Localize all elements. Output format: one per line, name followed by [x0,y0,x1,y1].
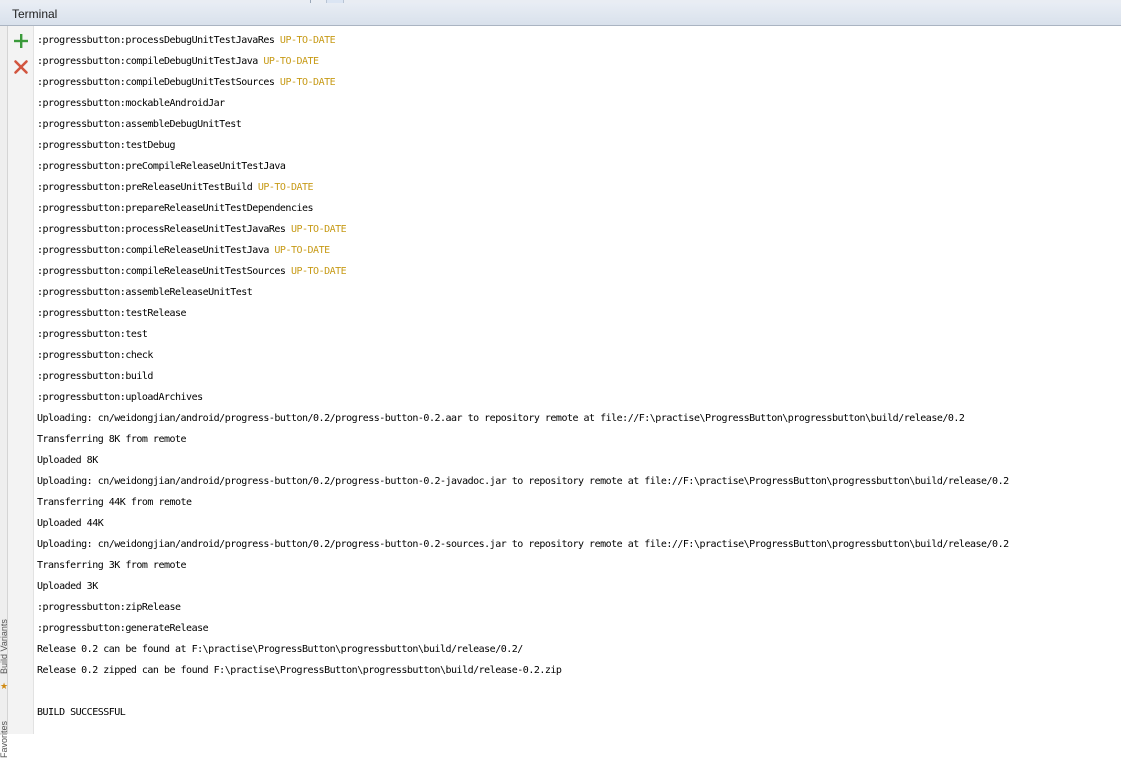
console-line-text: Uploaded 8K [37,455,98,466]
console-line-text: :progressbutton:build [37,371,153,382]
panel-title: Terminal [12,7,58,21]
console-line-text: :progressbutton:preReleaseUnitTestBuild [37,182,253,193]
side-tool-window-strip: Build Variants ★ Favorites [0,26,9,758]
terminal-toolbar [8,26,34,734]
console-line-text: :progressbutton:test [37,329,148,340]
task-status-label: UP-TO-DATE [263,56,319,67]
console-line: Release 0.2 can be found at F:\practise\… [37,639,523,660]
console-line: :progressbutton:processReleaseUnitTestJa… [37,219,347,240]
console-line-text: :progressbutton:processDebugUnitTestJava… [37,35,275,46]
console-line: :progressbutton:compileReleaseUnitTestJa… [37,240,330,261]
plus-icon [14,34,28,48]
close-icon [14,60,28,74]
console-line-text: :progressbutton:processReleaseUnitTestJa… [37,224,286,235]
console-line-text: :progressbutton:prepareReleaseUnitTestDe… [37,203,314,214]
task-status-label: UP-TO-DATE [290,266,347,277]
close-session-button[interactable] [12,58,30,76]
console-line-text: :progressbutton:preCompileReleaseUnitTes… [37,161,286,172]
console-line-text: :progressbutton:compileReleaseUnitTestSo… [37,266,286,277]
console-line: Transferring 3K from remote [37,555,187,576]
task-status-label: UP-TO-DATE [279,77,336,88]
console-line-text: :progressbutton:assembleReleaseUnitTest [37,287,253,298]
console-line: Uploaded 44K [37,513,104,534]
console-line-text: :progressbutton:check [37,350,153,361]
new-session-button[interactable] [12,32,30,50]
console-line: :progressbutton:test [37,324,148,345]
task-status-label: UP-TO-DATE [257,182,314,193]
console-line: :progressbutton:assembleReleaseUnitTest [37,282,253,303]
console-line-text: :progressbutton:assembleDebugUnitTest [37,119,242,130]
task-status-label: UP-TO-DATE [290,224,347,235]
console-line-text: :progressbutton:compileDebugUnitTestSour… [37,77,275,88]
console-line: Transferring 44K from remote [37,492,192,513]
console-line: Release 0.2 zipped can be found F:\pract… [37,660,562,681]
console-line: Uploading: cn/weidongjian/android/progre… [37,471,1009,492]
console-line-text: Uploaded 3K [37,581,98,592]
console-line-text: :progressbutton:generateRelease [37,623,209,634]
console-line-text: Release 0.2 can be found at F:\practise\… [37,644,523,655]
console-line: :progressbutton:preCompileReleaseUnitTes… [37,156,286,177]
console-line: Uploading: cn/weidongjian/android/progre… [37,408,965,429]
console-line: :progressbutton:check [37,345,153,366]
console-line: :progressbutton:testDebug [37,135,176,156]
console-line: :progressbutton:compileReleaseUnitTestSo… [37,261,347,282]
console-line: :progressbutton:preReleaseUnitTestBuild … [37,177,314,198]
console-line-text: Uploading: cn/weidongjian/android/progre… [37,476,1009,487]
console-line: Uploading: cn/weidongjian/android/progre… [37,534,1009,555]
console-line: :progressbutton:mockableAndroidJar [37,93,225,114]
console-line-text: :progressbutton:testDebug [37,140,176,151]
terminal-output[interactable]: :progressbutton:processDebugUnitTestJava… [34,26,1121,734]
task-status-label: UP-TO-DATE [279,35,336,46]
console-line-text: :progressbutton:compileReleaseUnitTestJa… [37,245,269,256]
console-line: BUILD SUCCESSFUL [37,702,126,723]
console-line: :progressbutton:zipRelease [37,597,181,618]
console-line: Uploaded 8K [37,450,98,471]
console-line: :progressbutton:uploadArchives [37,387,203,408]
console-line-text: Uploading: cn/weidongjian/android/progre… [37,413,965,424]
console-line-text: Transferring 8K from remote [37,434,187,445]
console-line-text: Uploaded 44K [37,518,104,529]
console-line: :progressbutton:compileDebugUnitTestJava… [37,51,319,72]
console-line: :progressbutton:build [37,366,153,387]
console-line-text: Release 0.2 zipped can be found F:\pract… [37,665,562,676]
console-line: Transferring 8K from remote [37,429,187,450]
favorites-star-icon: ★ [0,682,9,692]
terminal-title-bar: Terminal [0,3,1121,26]
console-line: :progressbutton:generateRelease [37,618,209,639]
console-line-text: Transferring 44K from remote [37,497,192,508]
console-line-text: BUILD SUCCESSFUL [37,707,126,718]
console-line: :progressbutton:testRelease [37,303,187,324]
task-status-label: UP-TO-DATE [274,245,330,256]
console-line-text: :progressbutton:testRelease [37,308,187,319]
console-line: :progressbutton:processDebugUnitTestJava… [37,30,336,51]
console-line-text: Transferring 3K from remote [37,560,187,571]
console-line-text: :progressbutton:compileDebugUnitTestJava [37,56,258,67]
console-line-text: :progressbutton:mockableAndroidJar [37,98,225,109]
console-line: :progressbutton:compileDebugUnitTestSour… [37,72,336,93]
console-line-text: :progressbutton:zipRelease [37,602,181,613]
console-line: :progressbutton:prepareReleaseUnitTestDe… [37,198,314,219]
console-line: :progressbutton:assembleDebugUnitTest [37,114,242,135]
console-line: Uploaded 3K [37,576,98,597]
console-line-text: Uploading: cn/weidongjian/android/progre… [37,539,1009,550]
console-line-text: :progressbutton:uploadArchives [37,392,203,403]
